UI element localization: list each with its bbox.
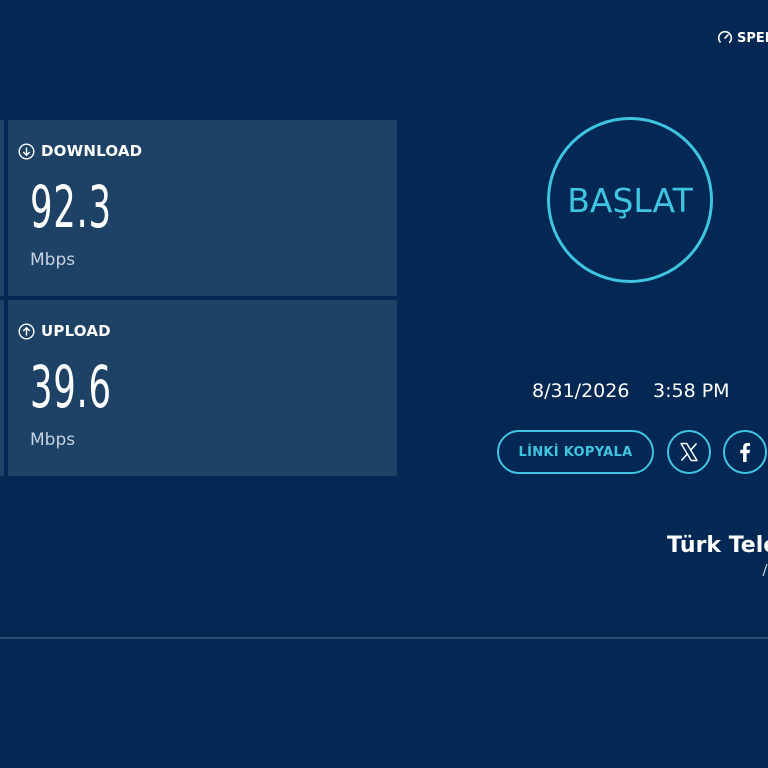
upload-card: UPLOAD 39.6 Mbps <box>8 300 397 476</box>
start-test-button[interactable]: BAŞLAT <box>547 117 713 283</box>
download-label: DOWNLOAD <box>18 142 142 160</box>
download-value: 92.3 <box>30 173 112 241</box>
upload-label-text: UPLOAD <box>41 322 111 340</box>
brand-text: SPEEDTEST <box>737 30 768 46</box>
download-label-text: DOWNLOAD <box>41 142 143 160</box>
speedtest-page: SPEEDTEST DOWNLOAD 92.3 Mbps UPLOAD 39.6… <box>0 0 768 768</box>
upload-label: UPLOAD <box>18 322 111 340</box>
download-card: DOWNLOAD 92.3 Mbps <box>8 120 397 296</box>
upload-card-edge <box>0 300 4 476</box>
download-card-edge <box>0 120 4 296</box>
share-facebook-button[interactable] <box>723 430 767 474</box>
upload-unit: Mbps <box>30 430 76 450</box>
facebook-icon <box>740 442 751 462</box>
upload-value: 39.6 <box>30 353 112 421</box>
x-logo-icon <box>680 442 698 462</box>
upload-arrow-icon <box>18 322 35 340</box>
share-x-button[interactable] <box>667 430 711 474</box>
result-time: 3:58 PM <box>653 380 730 402</box>
speedometer-icon <box>717 30 733 46</box>
copy-link-button[interactable]: LİNKİ KOPYALA <box>497 430 654 474</box>
speedtest-brand[interactable]: SPEEDTEST <box>717 30 768 46</box>
download-arrow-icon <box>18 142 35 160</box>
download-unit: Mbps <box>30 250 76 270</box>
section-divider <box>0 637 768 639</box>
isp-name: Türk Telekom <box>667 533 768 558</box>
isp-subtext-fragment <box>760 562 768 576</box>
result-date: 8/31/2026 <box>532 380 630 402</box>
